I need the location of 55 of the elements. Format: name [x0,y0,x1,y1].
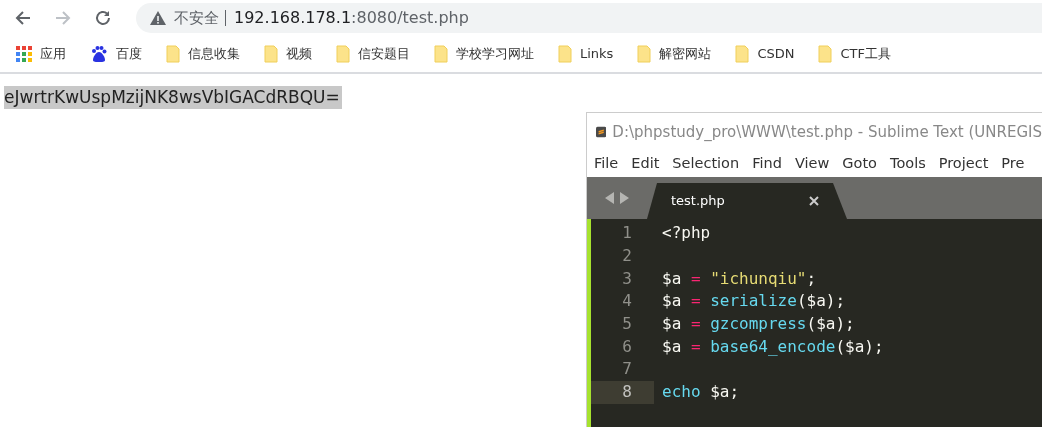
line-number: 3 [621,267,633,290]
menu-item[interactable]: Edit [631,153,660,175]
security-label: 不安全 [174,10,226,26]
code-line: <?php [661,222,711,245]
folder-icon [637,45,652,63]
folder-icon [434,45,448,63]
menu-item[interactable]: File [594,153,619,175]
folder-icon [558,45,572,63]
bookmark[interactable]: 视频 [258,42,318,66]
reload-icon [94,9,112,27]
editor-tab[interactable]: test.php [647,183,847,219]
bookmark[interactable]: 百度 [84,42,148,66]
line-number: 1 [621,222,633,245]
code-editor[interactable]: 1 <?php 2 3 $a = "ichunqiu"; 4 $a = serialize($a); 5 $a = gzcompress($a); 6 $a = base64_encode($a); 7 8 echo $a; [587,219,1042,427]
code-line: echo $a; [661,381,740,404]
menu-item[interactable]: Goto [842,153,877,175]
folder-icon [735,45,750,63]
line-number: 8 [591,380,654,404]
apps-grid-icon [16,46,32,62]
bookmark[interactable]: CTF工具 [812,42,897,66]
code-line: $a = gzcompress($a); [661,313,855,336]
line-number: 6 [621,335,633,358]
code-line: $a = serialize($a); [661,290,846,313]
folder-icon [264,45,278,63]
bookmark[interactable]: 应用 [10,42,72,66]
address-bar[interactable]: 不安全 192.168.178.1:8080/test.php [136,3,1042,33]
close-icon[interactable] [809,196,819,206]
menu-item[interactable]: Find [752,153,782,175]
bookmark[interactable]: 信息收集 [160,42,246,66]
line-number: 7 [621,358,633,381]
folder-icon [166,45,180,63]
code-line: $a = "ichunqiu"; [661,267,817,290]
menu-item[interactable]: View [794,153,830,175]
menu-item[interactable]: Selection [672,153,740,175]
menu-item[interactable]: Project [938,153,989,175]
window-title: D:\phpstudy_pro\WWW\test.php - Sublime Text (UNREGIS [612,121,1042,143]
url-text: 192.168.178.1:8080/test.php [234,7,469,29]
bookmark[interactable]: 学校学习网址 [428,42,540,66]
folder-icon [336,45,350,63]
back-arrow-icon [14,9,32,27]
line-number: 4 [621,290,633,313]
warning-icon [150,11,166,25]
folder-icon [818,45,833,63]
code-line: $a = base64_encode($a); [661,335,884,358]
line-number: 5 [621,313,633,336]
forward-arrow-icon [54,9,72,27]
menu-item[interactable]: Tools [890,153,926,175]
bookmark[interactable]: 解密网站 [631,42,718,66]
paw-icon [90,45,108,63]
line-number: 2 [621,245,633,268]
bookmark[interactable]: CSDN [729,42,801,66]
bookmark[interactable]: 信安题目 [330,42,416,66]
menu-item[interactable]: Pre [1001,153,1025,175]
bookmark[interactable]: Links [552,42,620,66]
page-text: eJwrtrKwUspMzijNK8wsVbIGACdRBQU= [4,86,342,109]
